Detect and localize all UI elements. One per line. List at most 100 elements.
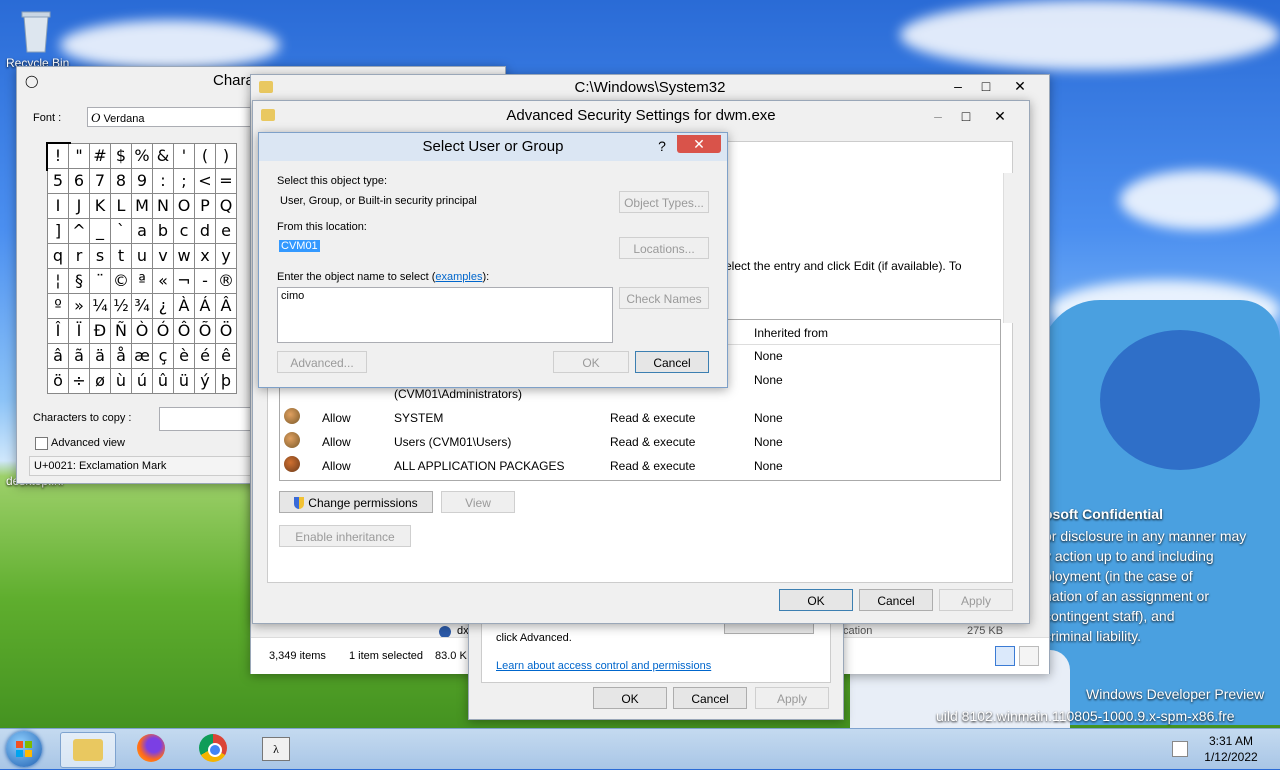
char-cell[interactable]: q: [48, 244, 69, 269]
char-cell[interactable]: 6: [69, 169, 90, 194]
char-cell[interactable]: I: [48, 194, 69, 219]
select-advanced-button[interactable]: Advanced...: [277, 351, 367, 373]
char-cell[interactable]: <: [195, 169, 216, 194]
font-select[interactable]: O Verdana: [87, 107, 257, 127]
char-cell[interactable]: -: [195, 269, 216, 294]
learn-access-link[interactable]: Learn about access control and permissio…: [496, 660, 711, 672]
char-cell[interactable]: =: [216, 169, 237, 194]
taskbar-chrome-icon[interactable]: [186, 732, 240, 766]
help-button[interactable]: ?: [647, 135, 677, 157]
char-cell[interactable]: ê: [216, 344, 237, 369]
char-cell[interactable]: Ñ: [111, 319, 132, 344]
enable-inheritance-button[interactable]: Enable inheritance: [279, 525, 411, 547]
char-cell[interactable]: ): [216, 144, 237, 169]
char-cell[interactable]: 5: [48, 169, 69, 194]
char-cell[interactable]: Ó: [153, 319, 174, 344]
char-cell[interactable]: â: [48, 344, 69, 369]
location-value[interactable]: CVM01: [279, 240, 320, 252]
char-cell[interactable]: K: [90, 194, 111, 219]
character-grid[interactable]: ! " # $% & '() 5 6 7 8 9:; < = I J K L M N O P Q] ^ _ ` a b c d e q r s t…: [46, 142, 237, 394]
char-cell[interactable]: 8: [111, 169, 132, 194]
char-cell[interactable]: ä: [90, 344, 111, 369]
start-button[interactable]: [6, 731, 42, 767]
taskbar-charmap-icon[interactable]: λ: [248, 732, 302, 766]
action-center-icon[interactable]: [1172, 741, 1188, 757]
char-cell[interactable]: P: [195, 194, 216, 219]
change-permissions-button[interactable]: Change permissions: [279, 491, 433, 513]
char-cell[interactable]: N: [153, 194, 174, 219]
char-cell[interactable]: ¦: [48, 269, 69, 294]
advsec-maximize-button[interactable]: □: [951, 105, 981, 127]
char-cell[interactable]: ^: [69, 219, 90, 244]
char-cell[interactable]: ': [174, 144, 195, 169]
char-cell[interactable]: `: [111, 219, 132, 244]
advanced-view-checkbox[interactable]: [35, 437, 48, 450]
select-cancel-button[interactable]: Cancel: [635, 351, 709, 373]
char-cell[interactable]: Î: [48, 319, 69, 344]
char-cell[interactable]: t: [111, 244, 132, 269]
char-cell[interactable]: Á: [195, 294, 216, 319]
large-icons-view-icon[interactable]: [1019, 646, 1039, 666]
char-cell[interactable]: 7: [90, 169, 111, 194]
char-cell[interactable]: a: [132, 219, 153, 244]
explorer-minimize-button[interactable]: –: [943, 75, 973, 97]
advsec-scrollbar[interactable]: [1003, 173, 1014, 323]
advsec-cancel-button[interactable]: Cancel: [859, 589, 933, 611]
char-cell[interactable]: é: [195, 344, 216, 369]
char-cell[interactable]: u: [132, 244, 153, 269]
char-cell[interactable]: è: [174, 344, 195, 369]
char-cell[interactable]: d: [195, 219, 216, 244]
char-cell[interactable]: À: [174, 294, 195, 319]
char-cell[interactable]: ¬: [174, 269, 195, 294]
char-cell[interactable]: ã: [69, 344, 90, 369]
char-cell[interactable]: e: [216, 219, 237, 244]
taskbar-firefox-icon[interactable]: [124, 732, 178, 766]
char-cell[interactable]: þ: [216, 369, 237, 394]
char-cell[interactable]: L: [111, 194, 132, 219]
char-cell[interactable]: J: [69, 194, 90, 219]
char-cell[interactable]: ®: [216, 269, 237, 294]
char-cell[interactable]: ]: [48, 219, 69, 244]
char-cell[interactable]: s: [90, 244, 111, 269]
char-cell[interactable]: y: [216, 244, 237, 269]
char-cell[interactable]: _: [90, 219, 111, 244]
char-cell[interactable]: ý: [195, 369, 216, 394]
char-cell[interactable]: r: [69, 244, 90, 269]
char-cell[interactable]: Ö: [216, 319, 237, 344]
clock[interactable]: 3:31 AM 1/12/2022: [1196, 733, 1266, 765]
char-cell[interactable]: Ð: [90, 319, 111, 344]
char-cell[interactable]: ¼: [90, 294, 111, 319]
char-cell[interactable]: §: [69, 269, 90, 294]
select-close-button[interactable]: ✕: [677, 135, 721, 153]
char-cell[interactable]: ¾: [132, 294, 153, 319]
char-cell[interactable]: :: [153, 169, 174, 194]
char-cell[interactable]: %: [132, 144, 153, 169]
char-cell[interactable]: ;: [174, 169, 195, 194]
char-cell[interactable]: ©: [111, 269, 132, 294]
object-types-button[interactable]: Object Types...: [619, 191, 709, 213]
taskbar-explorer-icon[interactable]: [60, 732, 116, 768]
char-cell[interactable]: »: [69, 294, 90, 319]
advsec-ok-button[interactable]: OK: [779, 589, 853, 611]
char-cell[interactable]: ½: [111, 294, 132, 319]
char-cell[interactable]: c: [174, 219, 195, 244]
col-inherited-from[interactable]: Inherited from: [754, 326, 828, 340]
char-cell[interactable]: Ô: [174, 319, 195, 344]
char-cell[interactable]: Â: [216, 294, 237, 319]
select-ok-button[interactable]: OK: [553, 351, 629, 373]
char-cell[interactable]: Q: [216, 194, 237, 219]
locations-button[interactable]: Locations...: [619, 237, 709, 259]
char-cell[interactable]: $: [111, 144, 132, 169]
char-cell[interactable]: w: [174, 244, 195, 269]
details-view-icon[interactable]: [995, 646, 1015, 666]
char-cell[interactable]: ÷: [69, 369, 90, 394]
object-name-input[interactable]: cimo: [277, 287, 613, 343]
check-names-button[interactable]: Check Names: [619, 287, 709, 309]
view-button[interactable]: View: [441, 491, 515, 513]
char-cell[interactable]: ø: [90, 369, 111, 394]
advsec-minimize-button[interactable]: –: [923, 105, 953, 127]
char-cell[interactable]: b: [153, 219, 174, 244]
char-cell[interactable]: ": [69, 144, 90, 169]
char-cell[interactable]: ç: [153, 344, 174, 369]
advsec-close-button[interactable]: ✕: [985, 105, 1015, 127]
